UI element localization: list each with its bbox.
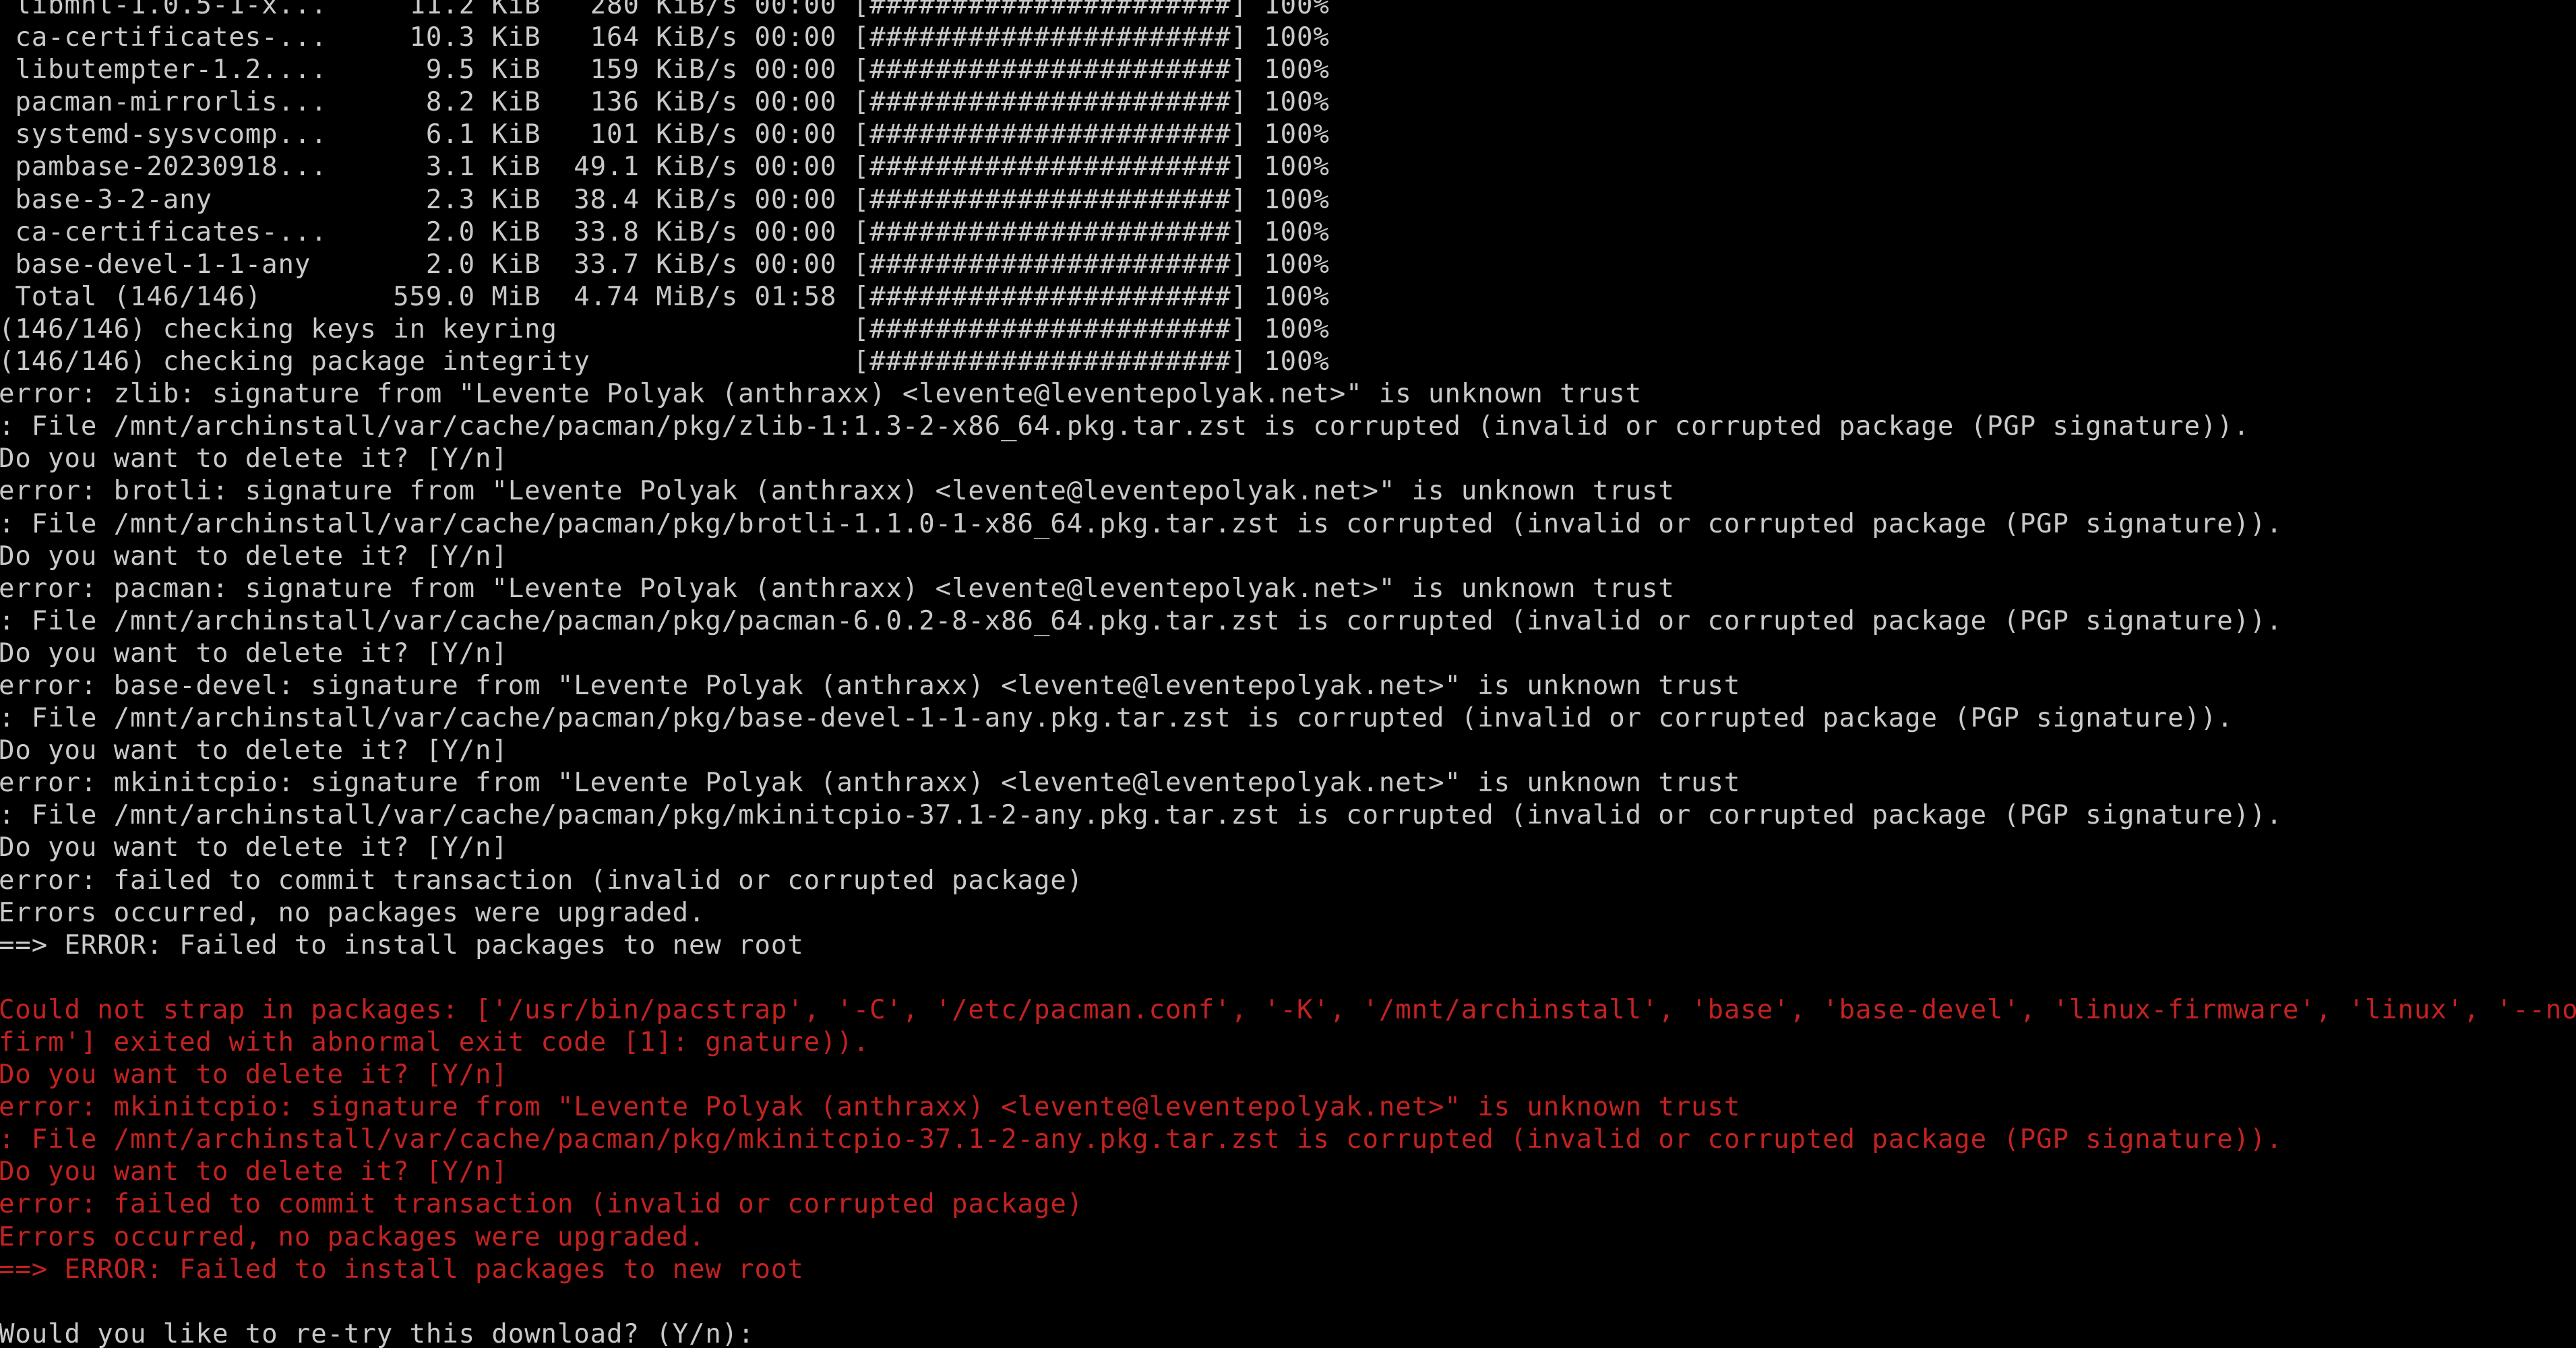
terminal-line: Errors occurred, no packages were upgrad… bbox=[0, 897, 706, 928]
terminal-line: Do you want to delete it? [Y/n] bbox=[0, 832, 508, 863]
terminal-line: libmnl-1.0.5-1-x... 11.2 KiB 280 KiB/s 0… bbox=[0, 0, 1330, 20]
terminal-line: ca-certificates-... 2.0 KiB 33.8 KiB/s 0… bbox=[0, 216, 1330, 247]
terminal-line: error: zlib: signature from "Levente Pol… bbox=[0, 379, 1642, 410]
terminal-line: firm'] exited with abnormal exit code [1… bbox=[0, 1027, 870, 1058]
terminal-line: pacman-mirrorlis... 8.2 KiB 136 KiB/s 00… bbox=[0, 87, 1330, 118]
terminal-line: Do you want to delete it? [Y/n] bbox=[0, 541, 508, 572]
terminal-line: ==> ERROR: Failed to install packages to… bbox=[0, 929, 804, 960]
terminal-line: base-3-2-any 2.3 KiB 38.4 KiB/s 00:00 [#… bbox=[0, 184, 1330, 215]
terminal-line: error: mkinitcpio: signature from "Leven… bbox=[0, 1092, 1741, 1123]
terminal-line: base-devel-1-1-any 2.0 KiB 33.7 KiB/s 00… bbox=[0, 249, 1330, 280]
terminal-line: error: brotli: signature from "Levente P… bbox=[0, 476, 1675, 507]
terminal-line: error: mkinitcpio: signature from "Leven… bbox=[0, 768, 1741, 799]
terminal-line: Total (146/146) 559.0 MiB 4.74 MiB/s 01:… bbox=[0, 281, 1330, 312]
terminal-line: error: failed to commit transaction (inv… bbox=[0, 865, 1084, 896]
terminal-line: Do you want to delete it? [Y/n] bbox=[0, 735, 508, 766]
terminal-line: error: base-devel: signature from "Leven… bbox=[0, 670, 1741, 701]
terminal-line: Do you want to delete it? [Y/n] bbox=[0, 443, 508, 474]
terminal-line: Do you want to delete it? [Y/n] bbox=[0, 1060, 508, 1091]
terminal-line: Could not strap in packages: ['/usr/bin/… bbox=[0, 994, 2576, 1025]
terminal-window[interactable]: libmnl-1.0.5-1-x... 11.2 KiB 280 KiB/s 0… bbox=[0, 0, 2576, 1348]
terminal-output: libmnl-1.0.5-1-x... 11.2 KiB 280 KiB/s 0… bbox=[0, 0, 2576, 1348]
terminal-line: libutempter-1.2.... 9.5 KiB 159 KiB/s 00… bbox=[0, 55, 1330, 86]
terminal-line: pambase-20230918... 3.1 KiB 49.1 KiB/s 0… bbox=[0, 152, 1330, 183]
terminal-line: ca-certificates-... 10.3 KiB 164 KiB/s 0… bbox=[0, 22, 1330, 53]
retry-prompt-line[interactable]: Would you like to re-try this download? … bbox=[0, 1318, 2576, 1348]
terminal-line: ==> ERROR: Failed to install packages to… bbox=[0, 1254, 804, 1285]
terminal-line: : File /mnt/archinstall/var/cache/pacman… bbox=[0, 800, 2283, 831]
terminal-line: error: failed to commit transaction (inv… bbox=[0, 1189, 1084, 1220]
terminal-line: : File /mnt/archinstall/var/cache/pacman… bbox=[0, 508, 2283, 539]
terminal-line: error: pacman: signature from "Levente P… bbox=[0, 573, 1675, 604]
terminal-line: Do you want to delete it? [Y/n] bbox=[0, 1157, 508, 1188]
terminal-line: Errors occurred, no packages were upgrad… bbox=[0, 1221, 706, 1252]
terminal-line: Do you want to delete it? [Y/n] bbox=[0, 638, 508, 669]
terminal-line: : File /mnt/archinstall/var/cache/pacman… bbox=[0, 703, 2234, 734]
terminal-line: : File /mnt/archinstall/var/cache/pacman… bbox=[0, 605, 2283, 636]
terminal-line: : File /mnt/archinstall/var/cache/pacman… bbox=[0, 1124, 2283, 1155]
terminal-line: (146/146) checking keys in keyring [####… bbox=[0, 313, 1330, 344]
terminal-line: systemd-sysvcomp... 6.1 KiB 101 KiB/s 00… bbox=[0, 119, 1330, 150]
terminal-line: : File /mnt/archinstall/var/cache/pacman… bbox=[0, 411, 2250, 442]
terminal-line: (146/146) checking package integrity [##… bbox=[0, 346, 1330, 377]
